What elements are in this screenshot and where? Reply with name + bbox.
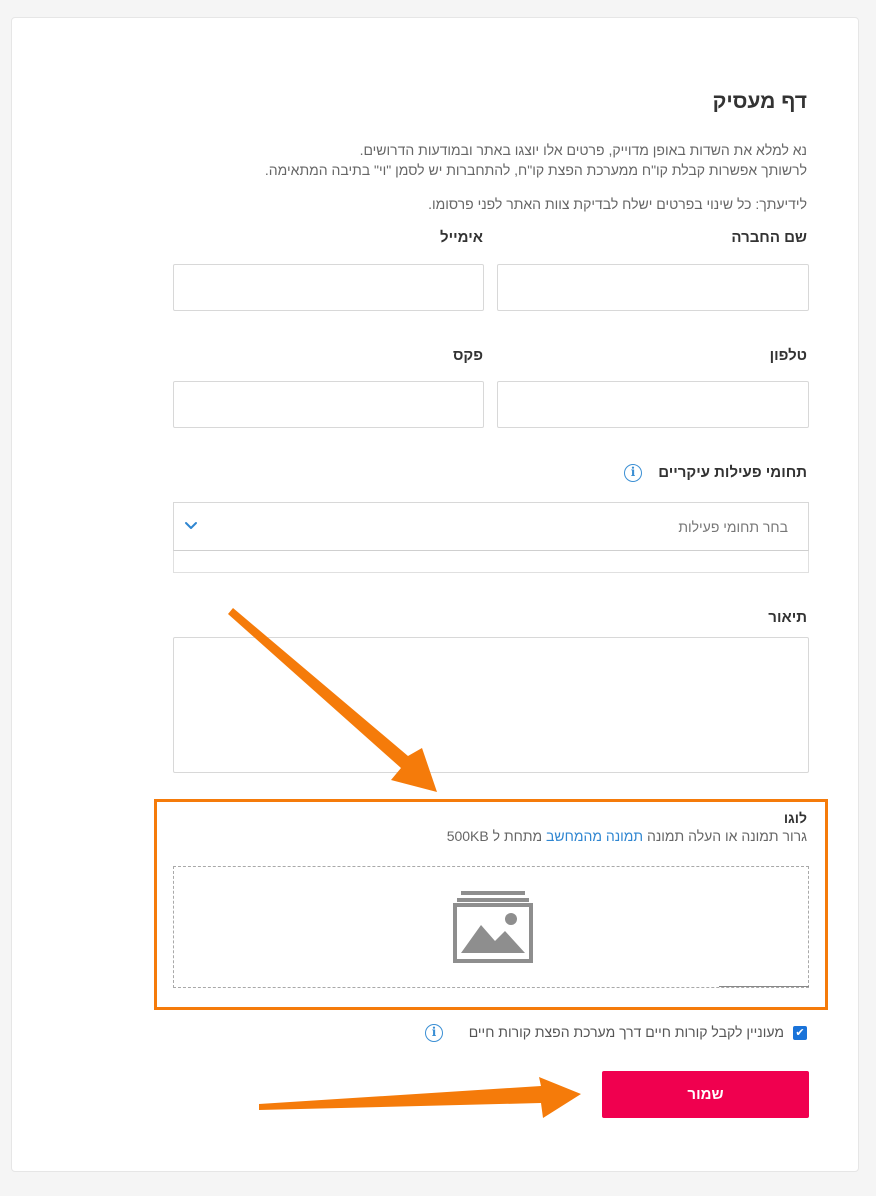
arrow-to-logo [228, 608, 437, 792]
annotation-arrows [228, 608, 581, 1118]
arrow-to-save [259, 1077, 581, 1118]
